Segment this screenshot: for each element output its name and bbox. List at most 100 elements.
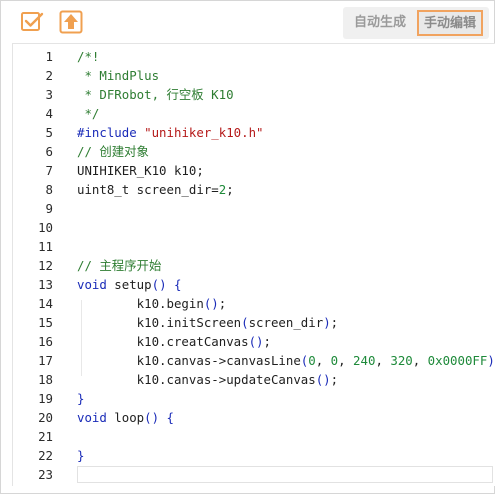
code-line[interactable]: 3 * DFRobot, 行空板 K10	[13, 85, 495, 104]
code-token: ,	[375, 353, 391, 368]
checkbox-check-icon[interactable]	[20, 10, 44, 34]
line-number: 20	[38, 410, 53, 425]
code-line[interactable]: 9	[13, 199, 495, 218]
line-number: 6	[45, 144, 53, 159]
code-token: "unihiker_k10.h"	[144, 125, 264, 140]
code-text: k10.begin();	[77, 294, 227, 313]
code-token: ()	[248, 334, 264, 349]
code-token: // 创建对象	[77, 144, 149, 159]
code-line[interactable]: 4 */	[13, 104, 495, 123]
code-line[interactable]: 13 void setup() {	[13, 275, 495, 294]
code-line[interactable]: 8 uint8_t screen_dir=2;	[13, 180, 495, 199]
code-text: void loop() {	[77, 408, 174, 427]
code-token: k10.begin	[77, 296, 204, 311]
line-number: 8	[45, 182, 53, 197]
code-token: }	[77, 448, 85, 463]
line-number: 21	[38, 429, 53, 444]
auto-generate-button[interactable]: 自动生成	[343, 7, 417, 39]
line-number: 19	[38, 391, 53, 406]
code-text: k10.creatCanvas();	[77, 332, 271, 351]
line-number: 12	[38, 258, 53, 273]
line-number: 1	[45, 49, 53, 64]
upload-arrow-icon[interactable]	[59, 10, 83, 34]
code-line[interactable]: 18 k10.canvas->updateCanvas();	[13, 370, 495, 389]
toolbar: 自动生成 手动编辑	[1, 1, 494, 43]
line-number: 2	[45, 68, 53, 83]
code-panel: 自动生成 手动编辑 1/*! 2 * MindPlus 3 * DFRobot, 行…	[0, 0, 495, 494]
line-number: 13	[38, 277, 53, 292]
code-text: #include "unihiker_k10.h"	[77, 123, 264, 142]
code-token: * MindPlus	[77, 68, 160, 83]
code-token: ;	[330, 315, 339, 330]
code-token: ;	[263, 334, 271, 349]
line-number: 9	[45, 201, 53, 216]
code-line[interactable]: 19}	[13, 389, 495, 408]
code-token: k10.initScreen	[77, 315, 242, 330]
code-token: k10.canvas->updateCanvas	[77, 372, 316, 387]
code-line[interactable]: 10	[13, 218, 495, 237]
code-token: }	[77, 391, 85, 406]
code-text: k10.canvas->canvasLine(0, 0, 240, 320, 0…	[77, 351, 495, 370]
code-line[interactable]: 22}	[13, 446, 495, 465]
code-token: uint8_t screen_dir=	[77, 182, 219, 197]
code-text: }	[77, 446, 84, 465]
code-line[interactable]: 15 k10.initScreen(screen_dir);	[13, 313, 495, 332]
code-text: }	[77, 389, 84, 408]
code-token: 0x0000FF	[427, 353, 488, 368]
code-token: 240	[353, 353, 376, 368]
code-token: k10.canvas->canvasLine	[77, 353, 301, 368]
code-token: UNIHIKER_K10 k10;	[77, 163, 204, 178]
code-text: * DFRobot, 行空板 K10	[77, 85, 233, 104]
code-line[interactable]: 23	[13, 465, 495, 484]
code-line[interactable]: 11	[13, 237, 495, 256]
code-token: )	[487, 353, 495, 368]
code-text: // 创建对象	[77, 142, 149, 161]
line-number: 4	[45, 106, 53, 121]
code-token: ,	[315, 353, 331, 368]
code-token: 0	[330, 353, 339, 368]
code-text: /*!	[77, 47, 99, 66]
code-token: ()	[203, 296, 219, 311]
code-token: )	[323, 315, 331, 330]
code-text: uint8_t screen_dir=2;	[77, 180, 234, 199]
code-text: void setup() {	[77, 275, 181, 294]
code-token: (	[241, 315, 249, 330]
code-text: */	[77, 104, 99, 123]
code-line[interactable]: 17 k10.canvas->canvasLine(0, 0, 240, 320…	[13, 351, 495, 370]
code-token: 0	[308, 353, 316, 368]
code-line[interactable]: 5 #include "unihiker_k10.h"	[13, 123, 495, 142]
code-token: setup	[106, 277, 152, 292]
code-line[interactable]: 6 // 创建对象	[13, 142, 495, 161]
line-number: 22	[38, 448, 53, 463]
code-line[interactable]: 14 k10.begin();	[13, 294, 495, 313]
code-token: ;	[330, 372, 339, 387]
active-line-highlight	[77, 466, 493, 483]
code-token: {	[159, 410, 174, 425]
code-token: screen_dir	[248, 315, 324, 330]
code-line[interactable]: 7 UNIHIKER_K10 k10;	[13, 161, 495, 180]
mode-switch: 自动生成 手动编辑	[343, 7, 489, 39]
code-token: /*!	[77, 49, 100, 64]
code-text: * MindPlus	[77, 66, 159, 85]
code-line[interactable]: 1 /*!	[13, 47, 495, 66]
code-text: k10.canvas->updateCanvas();	[77, 370, 338, 389]
code-line[interactable]: 16 k10.creatCanvas();	[13, 332, 495, 351]
code-line[interactable]: 20 void loop() {	[13, 408, 495, 427]
code-editor[interactable]: 1/*! 2 * MindPlus 3 * DFRobot, 行空板 K10 4 */…	[12, 43, 495, 486]
code-token: k10.creatCanvas	[77, 334, 249, 349]
code-line[interactable]: 12 // 主程序开始	[13, 256, 495, 275]
line-number: 17	[38, 353, 53, 368]
code-line[interactable]: 2 * MindPlus	[13, 66, 495, 85]
code-text: // 主程序开始	[77, 256, 161, 275]
code-text: k10.initScreen(screen_dir);	[77, 313, 338, 332]
line-number: 16	[38, 334, 53, 349]
code-token: #include	[77, 125, 145, 140]
manual-edit-button[interactable]: 手动编辑	[417, 10, 483, 36]
line-number: 11	[38, 239, 53, 254]
line-number: 5	[45, 125, 53, 140]
code-token: */	[77, 106, 100, 121]
line-number: 14	[38, 296, 53, 311]
code-line[interactable]: 21	[13, 427, 495, 446]
code-token: ;	[226, 182, 234, 197]
code-text: UNIHIKER_K10 k10;	[77, 161, 204, 180]
